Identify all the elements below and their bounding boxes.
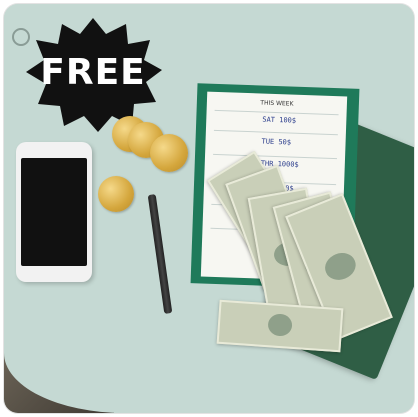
note-entry: TUE 50$	[261, 137, 292, 147]
smartphone	[16, 142, 92, 282]
dollar-bill	[216, 299, 344, 353]
photo-frame: FREE THIS WEEK SAT 100$TUE 50$THR 1000$S…	[4, 4, 414, 413]
coin	[98, 176, 134, 212]
note-title: THIS WEEK	[260, 99, 294, 108]
phone-screen	[21, 158, 87, 266]
note-entry: SAT 100$	[262, 115, 297, 125]
note-entry: THR 1000$	[260, 159, 299, 169]
coin	[150, 134, 188, 172]
free-badge-label: FREE	[40, 52, 146, 93]
